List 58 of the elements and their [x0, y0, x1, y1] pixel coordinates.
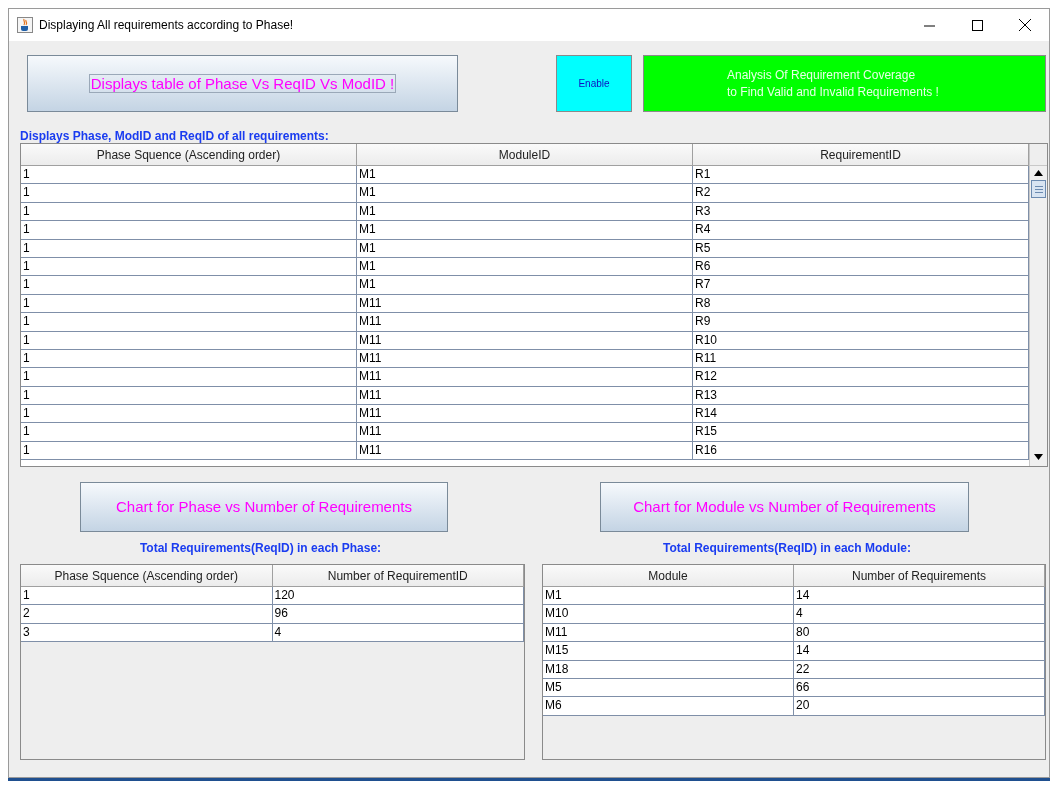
- window-title: Displaying All requirements according to Phase!: [39, 17, 294, 34]
- table-caption: Displays Phase, ModID and ReqID of all requirements:: [20, 129, 330, 143]
- table-cell: R4: [693, 221, 1029, 240]
- table-cell: 1: [21, 184, 357, 203]
- table-cell: M10: [543, 605, 794, 624]
- table-cell: R2: [693, 184, 1029, 203]
- table-cell: 1: [21, 331, 357, 350]
- java-cup-icon: [17, 17, 33, 33]
- table-cell: 1: [21, 441, 357, 461]
- table-cell: 1: [21, 423, 357, 442]
- table-cell: R5: [693, 239, 1029, 258]
- table-cell: 1: [21, 239, 357, 258]
- table-cell: M11: [357, 423, 693, 442]
- column-header[interactable]: Phase Squence (Ascending order): [21, 565, 273, 587]
- scroll-thumb[interactable]: [1031, 180, 1046, 198]
- column-header[interactable]: ModuleID: [357, 144, 693, 166]
- table-cell: 1: [21, 276, 357, 295]
- table-cell: R12: [693, 368, 1029, 387]
- table-cell: M1: [357, 239, 693, 258]
- table-cell: M1: [357, 276, 693, 295]
- scroll-up-icon[interactable]: [1034, 170, 1043, 176]
- table-cell: M11: [357, 313, 693, 332]
- close-icon: [1019, 19, 1031, 31]
- table-cell: M6: [543, 697, 794, 716]
- maximize-icon: [971, 19, 983, 31]
- table-cell: R7: [693, 276, 1029, 295]
- column-header[interactable]: RequirementID: [693, 144, 1029, 166]
- table-cell: 20: [794, 697, 1045, 716]
- table-cell: 1: [21, 368, 357, 387]
- table-cell: R10: [693, 331, 1029, 350]
- scroll-down-icon[interactable]: [1034, 454, 1043, 460]
- table-cell: M15: [543, 642, 794, 661]
- table-cell: R9: [693, 313, 1029, 332]
- table-cell: 3: [21, 623, 273, 643]
- table-cell: 96: [272, 605, 524, 624]
- table-caption: Total Requirements(ReqID) in each Phase:: [139, 541, 382, 555]
- column-header[interactable]: Phase Squence (Ascending order): [21, 144, 357, 166]
- enable-button[interactable]: Enable: [556, 55, 632, 112]
- table-cell: R16: [693, 441, 1029, 461]
- table-cell: 4: [794, 605, 1045, 624]
- table-cell: 1: [21, 313, 357, 332]
- table-cell: M1: [357, 184, 693, 203]
- scrollbar[interactable]: [1029, 144, 1047, 466]
- table-cell: 14: [794, 642, 1045, 661]
- table-cell: M11: [357, 331, 693, 350]
- table-cell: R15: [693, 423, 1029, 442]
- table-caption: Total Requirements(ReqID) in each Module:: [663, 541, 911, 555]
- table-cell: 2: [21, 605, 273, 624]
- column-header[interactable]: Number of Requirements: [794, 565, 1045, 587]
- table-cell: M11: [357, 441, 693, 461]
- table-cell: 1: [21, 221, 357, 240]
- table-cell: M11: [357, 368, 693, 387]
- table-cell: 4: [272, 623, 524, 643]
- table-cell: M18: [543, 660, 794, 679]
- table-cell: M1: [357, 221, 693, 240]
- table-cell: 22: [794, 660, 1045, 679]
- column-header[interactable]: Number of RequirementID: [272, 565, 524, 587]
- column-header[interactable]: Module: [543, 565, 794, 587]
